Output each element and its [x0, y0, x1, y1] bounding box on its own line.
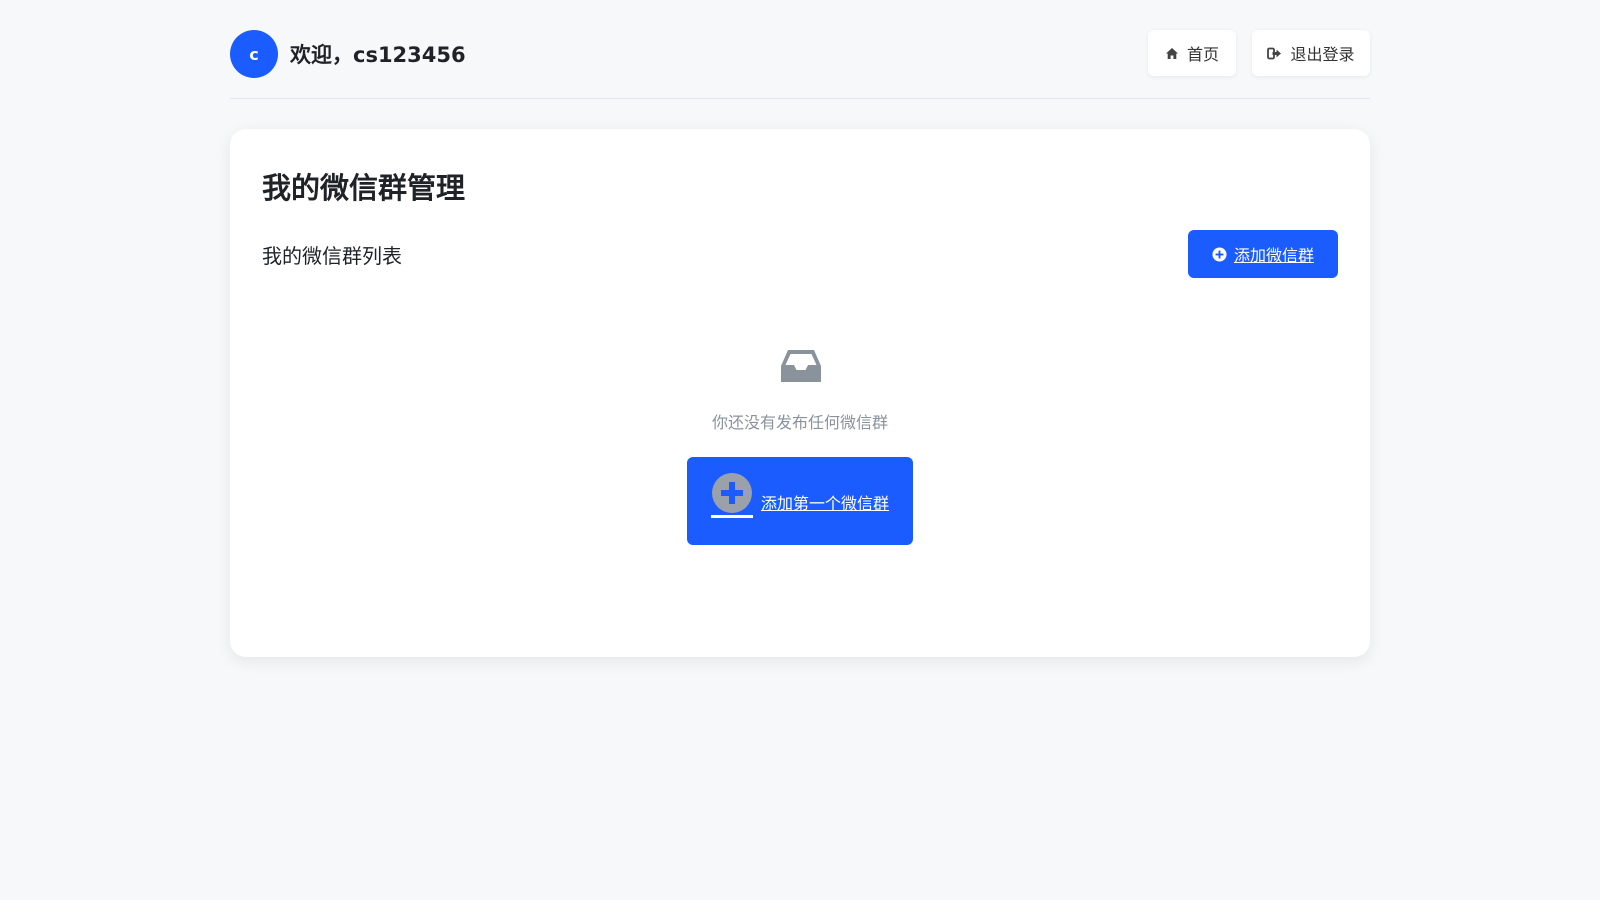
- welcome-text: 欢迎，cs123456: [290, 43, 466, 67]
- sign-out-icon: [1267, 47, 1282, 60]
- page: c 欢迎，cs123456 首页 退出登录 我的微信群管理 我的微信群列表 添加…: [0, 0, 1600, 900]
- home-icon: [1165, 47, 1179, 60]
- add-first-wechat-group-label: 添加第一个微信群: [761, 494, 890, 513]
- wechat-group-card: 我的微信群管理 我的微信群列表 添加微信群 你还没有发布任何微信群 添加第一个微…: [230, 129, 1370, 657]
- logout-label: 退出登录: [1290, 45, 1355, 64]
- plus-circle-icon: [1212, 246, 1227, 262]
- home-button[interactable]: 首页: [1148, 30, 1236, 76]
- inbox-icon: [779, 348, 823, 384]
- plus-circle-icon: [711, 473, 753, 519]
- avatar: c: [230, 30, 278, 78]
- top-header: c 欢迎，cs123456 首页 退出登录: [230, 28, 1370, 99]
- add-wechat-group-button[interactable]: 添加微信群: [1188, 230, 1338, 278]
- add-first-wechat-group-button[interactable]: 添加第一个微信群: [687, 457, 913, 545]
- list-heading: 我的微信群列表: [262, 244, 402, 268]
- avatar-letter: c: [249, 44, 259, 64]
- home-label: 首页: [1186, 45, 1219, 64]
- add-wechat-group-label: 添加微信群: [1233, 246, 1314, 265]
- logout-button[interactable]: 退出登录: [1252, 30, 1370, 76]
- empty-state-message: 你还没有发布任何微信群: [711, 413, 888, 432]
- page-title: 我的微信群管理: [262, 171, 466, 205]
